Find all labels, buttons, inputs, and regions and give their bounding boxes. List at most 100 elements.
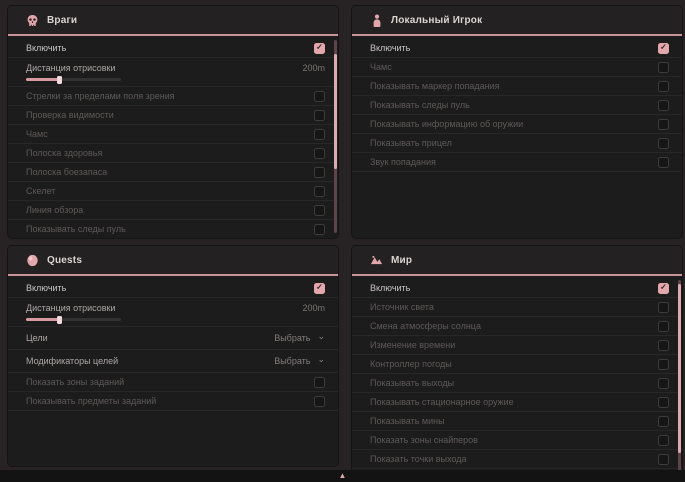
option-row[interactable]: Показывать мины [352,412,682,431]
scrollbar-thumb[interactable] [678,284,681,453]
option-row[interactable]: Показывать следы пуль [8,220,338,238]
expand-arrow-icon[interactable]: ▲ [339,471,347,481]
option-row[interactable]: Показывать выходы [352,374,682,393]
checkbox[interactable]: ✓ [314,283,325,294]
option-row[interactable]: Смена атмосферы солнца [352,317,682,336]
option-label: Источник света [370,302,434,312]
option-label: Полоска здоровья [26,148,102,158]
checkbox[interactable] [658,62,669,73]
slider-thumb[interactable] [57,76,62,84]
option-label: Показывать предметы заданий [26,396,156,406]
slider[interactable] [26,318,121,321]
option-row[interactable]: Дистанция отрисовки200m [8,298,338,327]
option-row[interactable]: Полоска боезапаса [8,163,338,182]
checkbox[interactable] [658,454,669,465]
checkbox[interactable] [658,416,669,427]
option-label: Чамс [26,129,48,139]
checkbox[interactable] [658,359,669,370]
option-label: Показывать выходы [370,378,454,388]
panel-local-player-body: Включить ✓ Чамс Показывать маркер попадания… [352,36,682,172]
option-row[interactable]: ЦелиВыбрать⌄ [8,327,338,350]
option-row[interactable]: Включить✓ [352,279,682,298]
option-label: Включить [370,43,410,53]
option-row[interactable]: Показать зоны заданий [8,373,338,392]
scrollbar[interactable] [678,280,681,477]
slider-thumb[interactable] [57,316,62,324]
checkbox[interactable]: ✓ [314,43,325,54]
option-row[interactable]: Показывать следы пуль [352,96,682,115]
option-row[interactable]: Включить✓ [8,279,338,298]
checkbox[interactable] [658,321,669,332]
checkbox[interactable] [314,110,325,121]
dropdown[interactable]: Выбрать ⌄ [274,333,325,343]
option-row[interactable]: Изменение времени [352,336,682,355]
option-row[interactable]: Показать зоны снайперов [352,431,682,450]
checkbox[interactable] [314,148,325,159]
checkbox[interactable] [314,186,325,197]
checkbox[interactable] [314,129,325,140]
player-icon [370,14,383,27]
panel-world-body: Включить✓ Источник света Смена атмосферы с… [352,276,682,469]
option-label: Звук попадания [370,157,436,167]
checkbox[interactable] [658,138,669,149]
slider-value: 200m [302,63,325,73]
option-row[interactable]: Проверка видимости [8,106,338,125]
dropdown[interactable]: Выбрать ⌄ [274,356,325,366]
option-label: Показывать прицел [370,138,452,148]
option-row[interactable]: Дистанция отрисовки200m [8,58,338,87]
option-row[interactable]: Модификаторы целейВыбрать⌄ [8,350,338,373]
option-row[interactable]: Включить ✓ [352,39,682,58]
scrollbar-thumb[interactable] [334,54,337,170]
option-label: Полоска боезапаса [26,167,107,177]
option-row[interactable]: Чамс [352,58,682,77]
option-row[interactable]: Показывать предметы заданий [8,392,338,411]
option-label: Дистанция отрисовки [26,303,116,313]
checkbox[interactable] [314,224,325,235]
scrollbar[interactable] [334,40,337,233]
checkbox[interactable] [658,397,669,408]
checkbox[interactable]: ✓ [658,43,669,54]
checkbox[interactable] [658,119,669,130]
option-row[interactable]: Показывать маркер попадания [352,77,682,96]
checkbox[interactable] [658,100,669,111]
option-row[interactable]: Скелет [8,182,338,201]
chevron-down-icon: ⌄ [317,333,325,339]
option-row[interactable]: Показывать информацию об оружии [352,115,682,134]
option-row[interactable]: Включить✓ [8,39,338,58]
collapsed-bottom-bar[interactable]: ▲ [0,470,685,482]
chevron-down-icon: ⌄ [317,356,325,362]
checkbox[interactable] [658,435,669,446]
checkbox[interactable] [314,396,325,407]
checkbox[interactable] [658,378,669,389]
option-label: Показать зоны снайперов [370,435,478,445]
option-row[interactable]: Показать точки выхода [352,450,682,469]
slider[interactable] [26,78,121,81]
option-row[interactable]: Показывать прицел [352,134,682,153]
option-row[interactable]: Источник света [352,298,682,317]
checkbox[interactable] [658,81,669,92]
dropdown-value: Выбрать [274,333,310,343]
option-row[interactable]: Стрелки за пределами поля зрения [8,87,338,106]
checkbox[interactable] [314,167,325,178]
checkbox[interactable] [314,205,325,216]
option-label: Показывать стационарное оружие [370,397,514,407]
checkbox[interactable] [658,340,669,351]
option-row[interactable]: Звук попадания [352,153,682,172]
option-row[interactable]: Контроллер погоды [352,355,682,374]
option-row[interactable]: Показывать стационарное оружие [352,393,682,412]
checkbox[interactable] [314,91,325,102]
option-label: Показывать маркер попадания [370,81,500,91]
checkbox[interactable] [658,157,669,168]
option-row[interactable]: Полоска здоровья [8,144,338,163]
option-label: Проверка видимости [26,110,114,120]
option-row[interactable]: Линия обзора [8,201,338,220]
panel-title: Локальный Игрок [391,15,482,26]
option-row[interactable]: Чамс [8,125,338,144]
option-label: Контроллер погоды [370,359,452,369]
checkbox[interactable]: ✓ [658,283,669,294]
dropdown-value: Выбрать [274,356,310,366]
skull-icon [26,14,39,27]
option-label: Изменение времени [370,340,455,350]
checkbox[interactable] [314,377,325,388]
checkbox[interactable] [658,302,669,313]
